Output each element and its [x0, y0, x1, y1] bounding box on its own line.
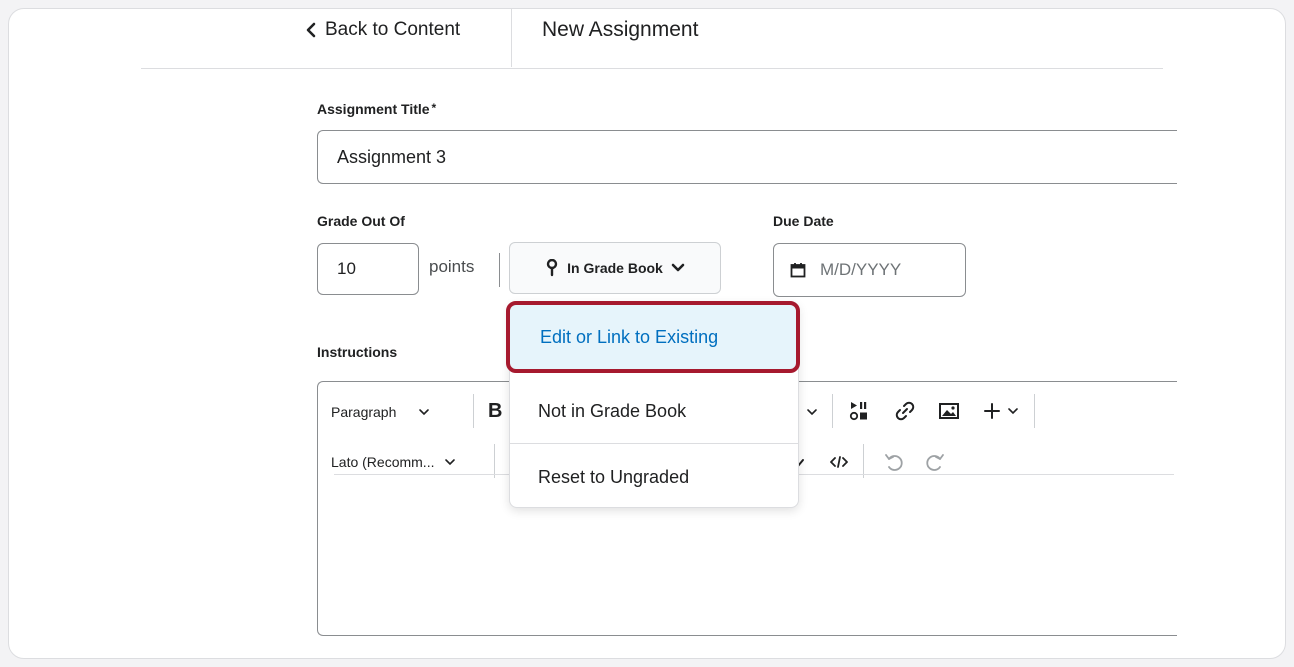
- link-icon: [895, 401, 915, 421]
- menu-item-reset-to-ungraded[interactable]: Reset to Ungraded: [510, 447, 798, 507]
- toolbar-separator: [494, 444, 495, 478]
- grade-separator: [499, 253, 500, 287]
- due-date-input[interactable]: M/D/YYYY: [773, 243, 966, 297]
- screenshot-frame: Back to Content New Assignment Assignmen…: [8, 8, 1286, 659]
- media-icon: [849, 402, 867, 421]
- assignment-title-label-text: Assignment Title: [317, 101, 430, 117]
- insert-link-button[interactable]: [894, 398, 916, 424]
- grade-out-of-label: Grade Out Of: [317, 213, 405, 229]
- image-icon: [939, 403, 959, 419]
- menu-separator: [510, 443, 798, 444]
- chevron-down-icon: [807, 409, 817, 416]
- due-date-label: Due Date: [773, 213, 834, 229]
- chevron-down-icon: [671, 263, 685, 272]
- assignment-title-value: Assignment 3: [337, 146, 447, 167]
- pin-icon: [546, 259, 558, 277]
- chevron-down-icon: [445, 459, 456, 466]
- due-date-placeholder: M/D/YYYY: [820, 260, 902, 279]
- assignment-title-label: Assignment Title *: [317, 101, 436, 117]
- toolbar-separator: [832, 394, 833, 428]
- redo-icon: [926, 454, 944, 471]
- calendar-icon: [790, 263, 806, 278]
- menu-item-edit-or-link[interactable]: Edit or Link to Existing: [506, 301, 800, 373]
- undo-button[interactable]: [883, 450, 905, 474]
- redo-button[interactable]: [924, 450, 946, 474]
- points-label: points: [429, 257, 475, 276]
- header-rule: [141, 68, 1163, 69]
- insert-more-button[interactable]: [983, 398, 1019, 424]
- back-to-content-link[interactable]: Back to Content: [305, 15, 460, 45]
- chevron-down-icon: [1008, 408, 1018, 415]
- bold-button[interactable]: B: [488, 398, 502, 424]
- header-divider: [511, 9, 512, 67]
- insert-image-button[interactable]: [938, 398, 960, 424]
- in-grade-book-button[interactable]: In Grade Book: [509, 242, 721, 294]
- format-select[interactable]: Paragraph: [331, 400, 430, 424]
- assignment-editor-page: Back to Content New Assignment Assignmen…: [9, 9, 1285, 658]
- source-code-button[interactable]: [830, 452, 848, 472]
- back-link-label: Back to Content: [325, 19, 461, 40]
- more-format-dropdown[interactable]: [806, 404, 818, 420]
- chevron-down-icon: [419, 409, 430, 416]
- assignment-title-input[interactable]: Assignment 3: [317, 130, 1177, 184]
- grade-book-menu: Edit or Link to Existing Not in Grade Bo…: [506, 301, 800, 508]
- format-select-value: Paragraph: [331, 404, 397, 420]
- toolbar-separator: [473, 394, 474, 428]
- plus-icon: [984, 403, 1000, 419]
- page-title: New Assignment: [542, 18, 699, 41]
- grade-out-of-value: 10: [337, 259, 356, 278]
- chevron-left-icon: [306, 22, 316, 38]
- font-select-value: Lato (Recomm...: [331, 454, 435, 470]
- toolbar-separator: [1034, 394, 1035, 428]
- required-marker: *: [431, 101, 437, 115]
- bold-icon: B: [488, 399, 503, 422]
- in-grade-book-label: In Grade Book: [567, 260, 663, 276]
- insert-media-button[interactable]: [848, 398, 870, 424]
- grade-out-of-input[interactable]: 10: [317, 243, 419, 295]
- instructions-label: Instructions: [317, 344, 398, 360]
- code-icon: [830, 456, 848, 468]
- font-select[interactable]: Lato (Recomm...: [331, 450, 456, 474]
- undo-icon: [885, 454, 903, 471]
- menu-item-not-in-grade-book[interactable]: Not in Grade Book: [510, 381, 798, 441]
- toolbar-separator: [863, 444, 864, 478]
